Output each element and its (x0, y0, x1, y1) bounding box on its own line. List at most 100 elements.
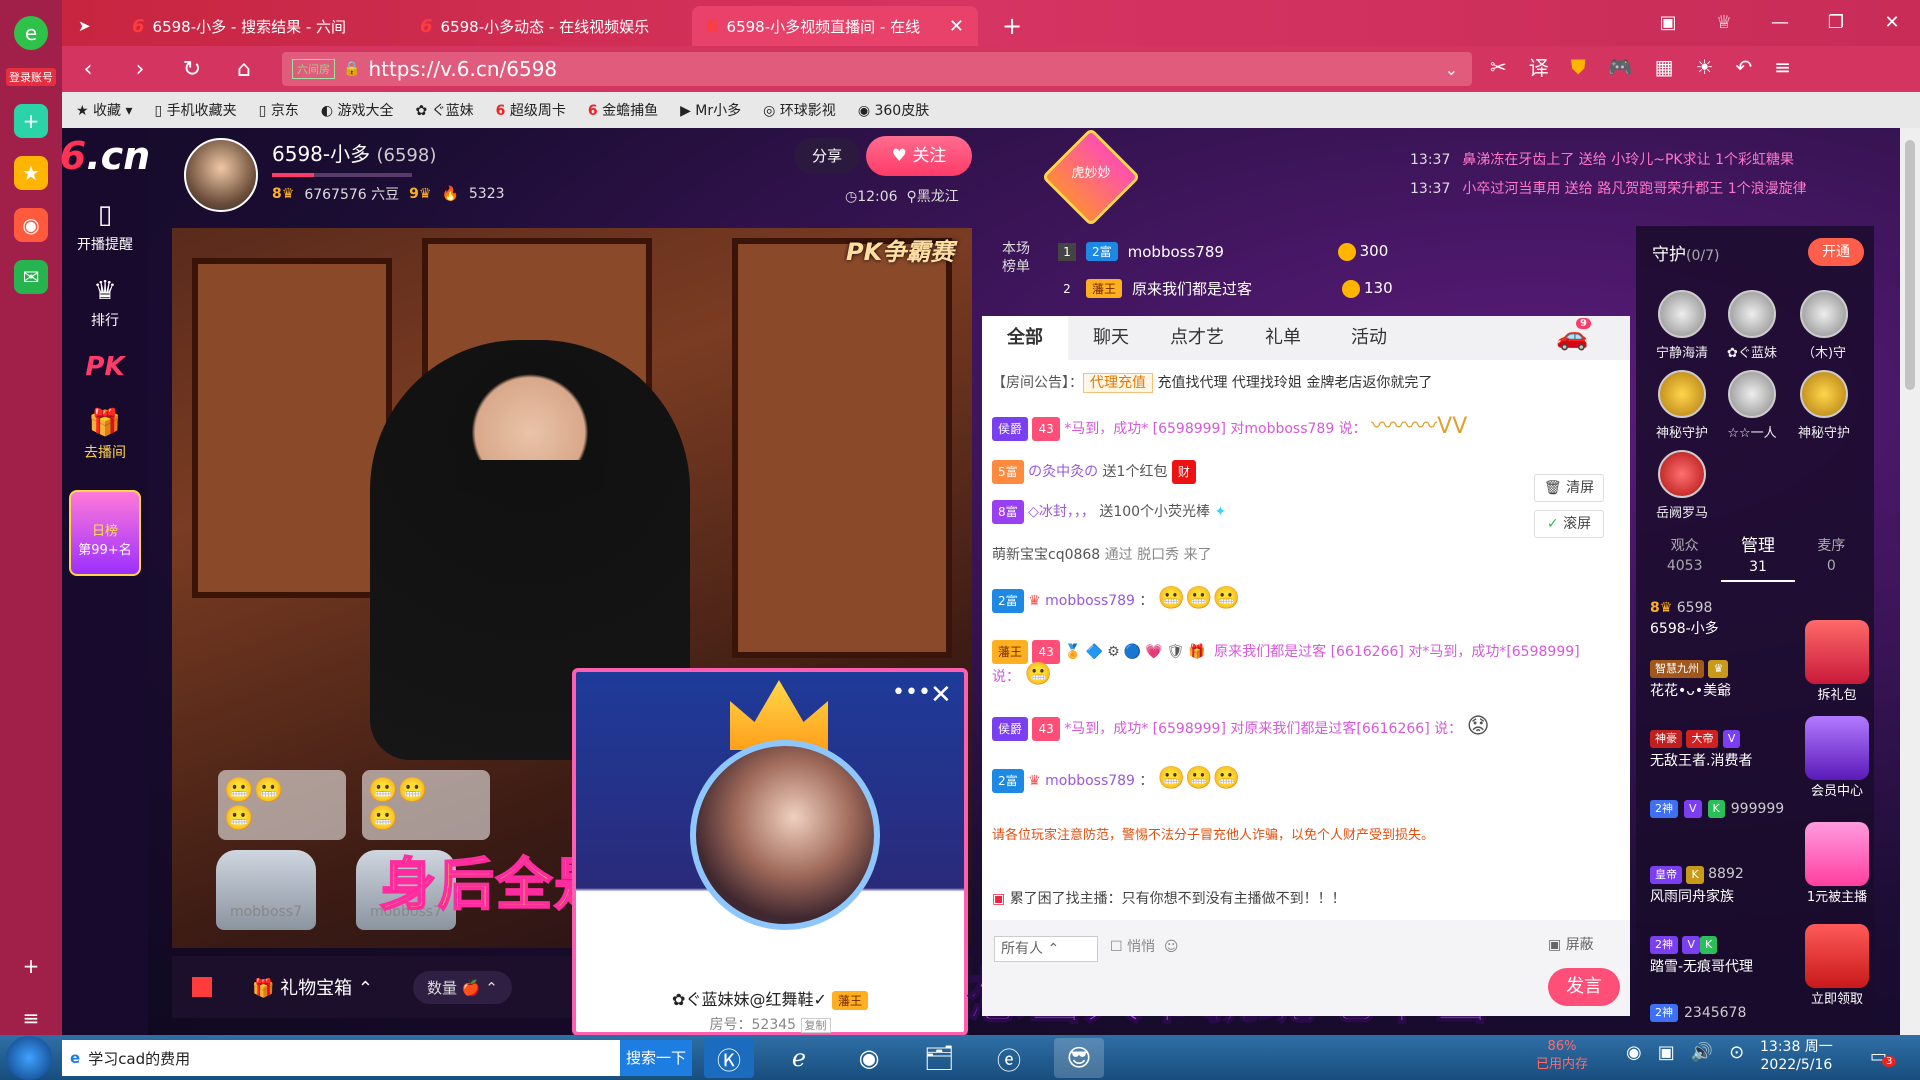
new-tab-button[interactable]: + (988, 6, 1028, 46)
nav-live-reminder[interactable]: ▯ 开播提醒 (77, 200, 133, 254)
skin-icon[interactable]: ♕ (1696, 0, 1752, 46)
guard-member[interactable]: （木)守 (1794, 290, 1854, 361)
chrome-app-icon[interactable]: ◉ (844, 1038, 894, 1078)
game-icon[interactable]: 🎮 (1608, 55, 1633, 79)
viewer-row[interactable]: 神豪 大帝 V 无敌王者.消费者 (1650, 730, 1752, 770)
open-guard-button[interactable]: 开通 (1808, 238, 1864, 266)
bookmark-item[interactable]: ▯ 手机收藏夹 (155, 100, 237, 120)
grid-icon[interactable]: ▦ (1655, 55, 1674, 79)
bookmark-item[interactable]: ▯ 京东 (259, 100, 299, 120)
viewer-row[interactable]: 智慧九州 ♛ 花花•ᴗ•美爺 (1650, 660, 1731, 700)
close-window-button[interactable]: ✕ (1864, 0, 1920, 46)
k-app-icon[interactable]: Ⓚ (704, 1038, 754, 1078)
mail-icon[interactable]: ✉ (14, 260, 48, 294)
forward-button[interactable]: › (114, 57, 166, 82)
system-clock[interactable]: 13:38 周一 2022/5/16 (1760, 1038, 1833, 1074)
browser-logo-icon[interactable]: e (14, 16, 48, 50)
promo-one-yuan[interactable]: 1元被主播 (1800, 822, 1874, 905)
tab-mic-queue[interactable]: 麦序 0 (1795, 536, 1868, 582)
guard-member[interactable]: 宁静海清 (1652, 290, 1712, 361)
promo-gift-pack[interactable]: 拆礼包 (1800, 620, 1874, 703)
undo-icon[interactable]: ↶ (1736, 55, 1753, 79)
add-icon[interactable]: + (14, 949, 48, 983)
taskbar-search[interactable]: e 学习cad的费用 (62, 1040, 692, 1076)
gift-box-button[interactable]: 🎁 礼物宝箱 ⌃ (252, 974, 373, 1000)
viewer-row[interactable]: 8♛ 6598 6598-小多 (1650, 600, 1719, 638)
nav-gift[interactable]: 🎁 去播间 (84, 408, 126, 462)
restore-button[interactable]: ❐ (1808, 0, 1864, 46)
send-button[interactable]: 发言 (1548, 968, 1620, 1006)
live-app-icon[interactable]: 😎 (1054, 1038, 1104, 1078)
wechat-tray-icon[interactable]: ◉ (1626, 1042, 1642, 1063)
plus-app-icon[interactable]: + (14, 104, 48, 138)
car-icon[interactable]: 🚗 9 (1556, 318, 1591, 352)
menu-icon[interactable]: ≡ (14, 1001, 48, 1035)
more-icon[interactable]: ••• (892, 680, 931, 705)
folder-app-icon[interactable]: 🗂 (914, 1038, 964, 1078)
start-button[interactable] (6, 1036, 52, 1080)
viewer-row[interactable]: 2神 2345678 (1650, 1004, 1746, 1022)
clear-screen-button[interactable]: 🗑 清屏 (1534, 474, 1604, 502)
tab-activity[interactable]: 活动 (1326, 316, 1412, 360)
translate-icon[interactable]: 译 (1529, 52, 1549, 81)
auto-scroll-button[interactable]: ✓ 滚屏 (1534, 510, 1604, 538)
tab-gift-list[interactable]: 礼单 (1240, 316, 1326, 360)
tab-talent[interactable]: 点才艺 (1154, 316, 1240, 360)
tab-all[interactable]: 全部 (982, 316, 1068, 360)
quantity-selector[interactable]: 数量 🍎 ⌃ (412, 970, 512, 1004)
tab-admin[interactable]: 管理 31 (1721, 536, 1795, 582)
360-browser-app-icon[interactable]: ⓔ (984, 1038, 1034, 1078)
volume-icon[interactable]: 🔊 (1691, 1042, 1713, 1063)
bookmark-item[interactable]: ◐ 游戏大全 (321, 100, 394, 120)
guard-member[interactable]: 神秘守护 (1794, 370, 1854, 441)
viewer-row[interactable]: 2神 V K 踏雪-无痕哥代理 (1650, 936, 1753, 976)
tab-count-icon[interactable]: ▣ (1640, 0, 1696, 46)
rank-row[interactable]: 2 藩王 原来我们都是过客 130 (1058, 278, 1393, 299)
anchor-avatar[interactable] (184, 138, 258, 212)
login-button[interactable]: 登录账号 (6, 68, 56, 86)
popup-close-icon[interactable]: ✕ (930, 680, 952, 710)
daily-rank-badge[interactable]: 日榜 第99+名 (69, 490, 141, 576)
bookmark-item[interactable]: 6 金蟾捕鱼 (588, 100, 658, 120)
page-scrollbar[interactable] (1900, 128, 1920, 1035)
ie-app-icon[interactable]: ℯ (774, 1038, 824, 1078)
taskbar-search-button[interactable]: 搜索一下 (620, 1040, 692, 1076)
address-dropdown-icon[interactable]: ⌄ (1445, 60, 1458, 79)
notification-icon[interactable]: ▭ 3 (1870, 1046, 1897, 1067)
minimize-button[interactable]: — (1752, 0, 1808, 46)
viewer-row[interactable]: 皇帝 K 8892 风雨同舟家族 (1650, 866, 1744, 906)
scissors-icon[interactable]: ✂ (1490, 55, 1507, 79)
tab-search[interactable]: 6 6598-小多 - 搜索结果 - 六间 (118, 6, 348, 46)
scrollbar-thumb[interactable] (1905, 140, 1915, 390)
bookmark-item[interactable]: ★ 收藏 ▾ (76, 100, 133, 120)
promo-vip[interactable]: 会员中心 (1800, 716, 1874, 799)
nav-pk[interactable]: PK (85, 352, 124, 386)
tab-audience[interactable]: 观众 4053 (1648, 536, 1721, 582)
tab-live-room[interactable]: 6 6598-小多视频直播间 - 在线 ✕ (692, 6, 978, 46)
tab-close-icon[interactable]: ✕ (949, 16, 964, 37)
back-button[interactable]: ‹ (62, 57, 114, 82)
home-button[interactable]: ⌂ (218, 57, 270, 82)
address-bar[interactable]: 六间房 🔒 https://v.6.cn/6598 ⌄ (282, 52, 1472, 86)
tab-dynamics[interactable]: 6 6598-小多动态 - 在线视频娱乐 (406, 6, 666, 46)
weibo-icon[interactable]: ◉ (14, 208, 48, 242)
nav-ranking[interactable]: ♛ 排行 (91, 276, 119, 330)
session-rank-label[interactable]: 本场榜单 (996, 240, 1036, 276)
bookmark-item[interactable]: ◉ 360皮肤 (858, 100, 929, 120)
guard-member[interactable]: 神秘守护 (1652, 370, 1712, 441)
reload-button[interactable]: ↻ (166, 57, 218, 82)
viewer-row[interactable]: 2神 V K 999999 (1650, 800, 1784, 818)
bookmark-item[interactable]: 6 超级周卡 (496, 100, 566, 120)
star-icon[interactable]: ★ (14, 156, 48, 190)
share-button[interactable]: 分享 (794, 138, 860, 174)
rank-row[interactable]: 1 2富 mobboss789 300 (1058, 242, 1388, 261)
guard-member[interactable]: ☆☆一人 (1722, 370, 1782, 441)
seat-chair[interactable]: mobboss7 (216, 850, 316, 930)
ime-icon[interactable]: ⊙ (1729, 1042, 1744, 1063)
memory-usage[interactable]: 86% 已用内存 (1536, 1038, 1588, 1074)
whisper-checkbox[interactable]: ☐ 悄悄 ☺ (1110, 936, 1179, 956)
gift-toggle-icon[interactable] (192, 977, 212, 997)
browser-menu-icon[interactable]: ≡ (1774, 55, 1791, 79)
mask-button[interactable]: ▣ 屏蔽 (1548, 934, 1594, 954)
follow-button[interactable]: ♥ 关注 (866, 136, 972, 176)
